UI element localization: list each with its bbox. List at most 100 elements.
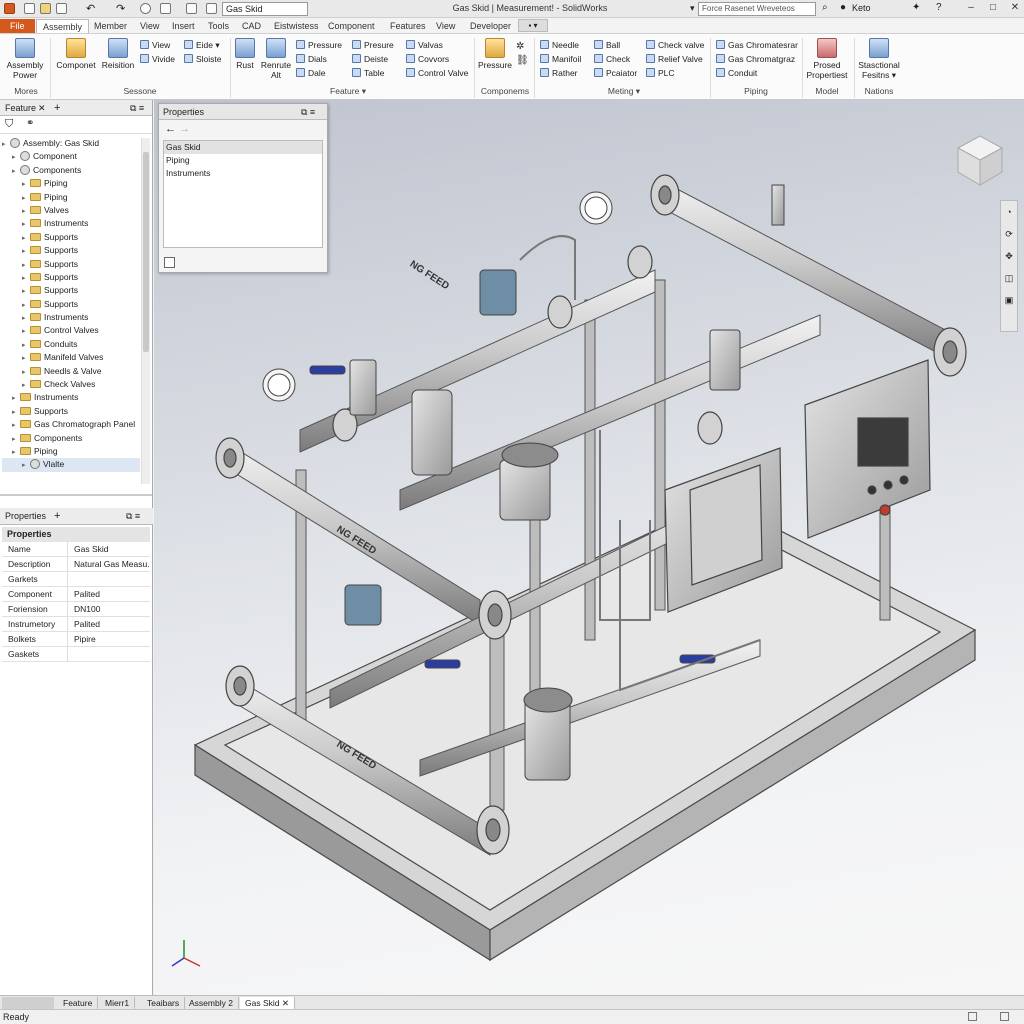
eide-button[interactable]: Eide ▾	[184, 38, 222, 52]
tree-item[interactable]: ▸ Vlalte	[2, 458, 140, 472]
expand-arrow-icon[interactable]: ▸	[22, 366, 30, 379]
property-row[interactable]: Description Natural Gas Measu...	[2, 557, 150, 572]
add-tab-icon[interactable]: +	[54, 508, 60, 524]
expand-arrow-icon[interactable]: ▸	[22, 245, 30, 258]
view-cube[interactable]	[956, 135, 1004, 186]
expand-arrow-icon[interactable]: ▸	[22, 192, 30, 205]
panel-options-icon[interactable]: ⧉ ≡	[301, 104, 315, 120]
tree-item[interactable]: ▸ Instruments	[2, 311, 140, 324]
tree-item[interactable]: ▸ Supports	[2, 284, 140, 297]
expand-arrow-icon[interactable]: ▸	[22, 205, 30, 218]
expand-arrow-icon[interactable]: ▸	[12, 419, 20, 432]
property-value[interactable]: Gas Skid	[68, 542, 109, 556]
binoculars-icon[interactable]: ⚭	[26, 118, 34, 129]
expand-arrow-icon[interactable]: ▸	[22, 178, 30, 191]
float-item-instruments[interactable]: Instruments	[164, 167, 322, 180]
renrute-alt-button[interactable]: Renrute Alt	[260, 38, 292, 80]
view-button[interactable]: View	[140, 38, 175, 52]
tree-item[interactable]: ▸ Gas Chromatograph Panel	[2, 418, 140, 431]
table-button[interactable]: Table	[352, 66, 394, 80]
gas-chromatgraz-button[interactable]: Gas Chromatgraz	[716, 52, 798, 66]
menu-insert[interactable]: Insert	[166, 19, 201, 33]
tab-gas-skid[interactable]: Gas Skid ✕	[240, 997, 295, 1009]
expand-arrow-icon[interactable]: ▸	[22, 379, 30, 392]
section-icon[interactable]: ◫	[1001, 267, 1017, 289]
property-row[interactable]: Foriension DN100	[2, 602, 150, 617]
float-item-gas-skid[interactable]: Gas Skid	[164, 141, 322, 154]
tree-item[interactable]: ▸ Supports	[2, 231, 140, 244]
tree-item[interactable]: ▸ Component	[2, 150, 140, 163]
menu-developer[interactable]: Developer	[464, 19, 517, 33]
conduit-button[interactable]: Conduit	[716, 66, 798, 80]
property-value[interactable]: DN100	[68, 602, 100, 616]
sloiste-button[interactable]: Sloiste	[184, 52, 222, 66]
covvors-button[interactable]: Covvors	[406, 52, 468, 66]
menu-assembly[interactable]: Assembly	[36, 19, 90, 33]
tree-item[interactable]: ▸ Supports	[2, 258, 140, 271]
valvas-button[interactable]: Valvas	[406, 38, 468, 52]
notification-icon[interactable]: ✦	[912, 2, 920, 13]
menu-file[interactable]: File	[0, 19, 35, 33]
user-icon[interactable]: ●	[840, 2, 846, 13]
property-value[interactable]: Palited	[68, 587, 100, 601]
undo-icon[interactable]: ↶	[86, 2, 95, 15]
customize-dropdown[interactable]: ▪ ▾	[518, 19, 548, 32]
close-tab-icon[interactable]: ✕	[38, 100, 46, 116]
properties-tab[interactable]: Properties	[5, 511, 46, 521]
menu-cad[interactable]: CAD	[236, 19, 267, 33]
tree-item[interactable]: ▸ Supports	[2, 244, 140, 257]
display-icon[interactable]: ▣	[1001, 289, 1017, 311]
assembly-power-button[interactable]: Assembly Power	[4, 38, 46, 80]
property-row[interactable]: Garkets	[2, 572, 150, 587]
expand-arrow-icon[interactable]: ▸	[22, 312, 30, 325]
forward-arrow-icon[interactable]: →	[179, 123, 190, 135]
tree-scroll-thumb[interactable]	[143, 152, 149, 352]
pcaiator-button[interactable]: Pcaiator	[594, 66, 637, 80]
expand-arrow-icon[interactable]: ▸	[22, 459, 30, 472]
pressure-big-button[interactable]: Pressure	[478, 38, 512, 70]
tree-item[interactable]: ▸ Check Valves	[2, 378, 140, 391]
presure-button[interactable]: Presure	[352, 38, 394, 52]
stasctional-button[interactable]: Stasctional Fesitns ▾	[856, 38, 902, 80]
expand-arrow-icon[interactable]: ▸	[12, 406, 20, 419]
tab-assembly-2[interactable]: Assembly 2	[184, 997, 239, 1009]
expand-arrow-icon[interactable]: ▸	[22, 285, 30, 298]
expand-arrow-icon[interactable]: ▸	[22, 339, 30, 352]
control-valve-button[interactable]: Control Valve	[406, 66, 468, 80]
expand-arrow-icon[interactable]: ▸	[12, 165, 20, 178]
tab-scroll-area[interactable]	[2, 997, 54, 1009]
expand-arrow-icon[interactable]: ▸	[22, 325, 30, 338]
rebuild-icon[interactable]	[186, 3, 197, 14]
needle-button[interactable]: Needle	[540, 38, 581, 52]
document-combo[interactable]: Gas Skid	[222, 2, 308, 16]
tab-mierr1[interactable]: Mierr1	[100, 997, 136, 1009]
tree-item[interactable]: ▸ Control Valves	[2, 324, 140, 337]
property-row[interactable]: Name Gas Skid	[2, 542, 150, 557]
floating-props-tab[interactable]: Properties	[163, 107, 204, 117]
check-button[interactable]: Check	[594, 52, 637, 66]
expand-arrow-icon[interactable]: ▸	[12, 433, 20, 446]
maximize-button[interactable]: □	[986, 2, 1000, 15]
dale-button[interactable]: Dale	[296, 66, 342, 80]
property-row[interactable]: Instrumetory Palited	[2, 617, 150, 632]
dials-button[interactable]: Dials	[296, 52, 342, 66]
print-icon[interactable]	[160, 3, 171, 14]
float-item-piping[interactable]: Piping	[164, 154, 322, 167]
property-value[interactable]: Pipire	[68, 632, 96, 646]
tree-item[interactable]: ▸ Supports	[2, 405, 140, 418]
pressure-button[interactable]: Pressure	[296, 38, 342, 52]
rotate-icon[interactable]: ⟳	[1001, 223, 1017, 245]
search-input[interactable]: Force Rasenet Wreveteos	[698, 2, 816, 16]
ball-button[interactable]: Ball	[594, 38, 637, 52]
menu-view[interactable]: View	[134, 19, 165, 33]
menu-component[interactable]: Component	[322, 19, 381, 33]
property-value[interactable]: Palited	[68, 617, 100, 631]
tree-item[interactable]: ▸ Manifeld Valves	[2, 351, 140, 364]
menu-member[interactable]: Member	[88, 19, 133, 33]
deiste-button[interactable]: Deiste	[352, 52, 394, 66]
tree-item[interactable]: ▸ Piping	[2, 177, 140, 190]
property-value[interactable]: Natural Gas Measu...	[68, 557, 150, 571]
tree-item[interactable]: ▸ Instruments	[2, 391, 140, 404]
gas-chromatesrar-button[interactable]: Gas Chromatesrar	[716, 38, 798, 52]
tree-item[interactable]: ▸ Conduits	[2, 338, 140, 351]
